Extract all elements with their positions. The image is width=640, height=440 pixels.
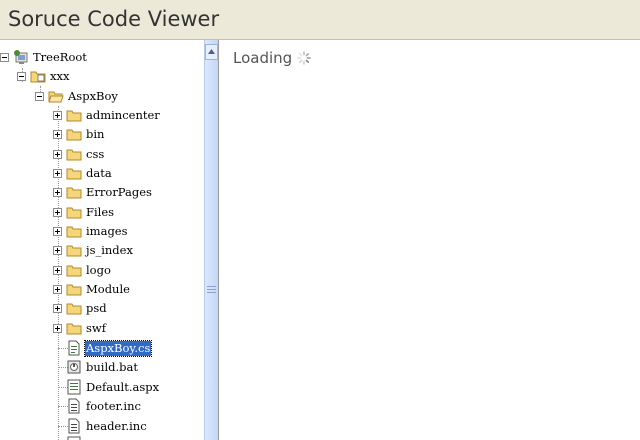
inc-file-icon <box>68 398 80 414</box>
file-label: Default.aspx <box>86 379 160 394</box>
tree-folder-errorpages[interactable]: ErrorPages <box>53 183 153 201</box>
folder-label: admincenter <box>86 107 160 122</box>
loading-indicator: Loading <box>233 49 311 67</box>
tree-folder-data[interactable]: data <box>53 164 113 182</box>
expand-icon[interactable] <box>53 323 62 333</box>
scroll-up-button[interactable] <box>205 44 218 60</box>
tree-file-aspxboy-cs[interactable]: AspxBoy.cs <box>66 339 153 357</box>
folder-icon <box>66 323 82 335</box>
folder-icon <box>66 110 82 122</box>
file-label: header.inc <box>86 418 147 433</box>
folder-icon <box>66 245 82 257</box>
tree-root-label: TreeRoot <box>33 49 87 64</box>
expand-icon[interactable] <box>53 303 62 313</box>
expand-icon[interactable] <box>53 168 62 178</box>
tree-folder-bin[interactable]: bin <box>53 125 105 143</box>
folder-label: js_index <box>86 242 133 257</box>
folder-icon <box>66 187 82 199</box>
folder-label: logo <box>86 262 111 277</box>
loading-text: Loading <box>233 49 293 67</box>
expand-icon[interactable] <box>53 284 62 294</box>
splitter-grip-icon[interactable] <box>207 286 216 294</box>
tree-file-default-aspx[interactable]: Default.aspx <box>66 378 160 396</box>
expand-icon[interactable] <box>53 187 62 197</box>
tree-file-header-inc[interactable]: header.inc <box>66 417 148 435</box>
folder-label: Files <box>86 204 115 219</box>
file-tree-panel[interactable]: TreeRoot xxx AspxBoy admincenter bin css <box>0 40 204 440</box>
folder-icon <box>66 129 82 141</box>
bat-file-icon <box>67 360 81 374</box>
tree-folder-logo[interactable]: logo <box>53 261 112 279</box>
file-icon <box>67 436 81 440</box>
folder-label: css <box>86 146 105 161</box>
window-title: Soruce Code Viewer <box>8 7 220 31</box>
tree-folder-css[interactable]: css <box>53 145 105 163</box>
expand-icon[interactable] <box>53 110 62 120</box>
folder-label: bin <box>86 126 105 141</box>
expand-icon[interactable] <box>53 149 62 159</box>
file-label: build.bat <box>86 359 138 374</box>
folder-icon <box>66 303 82 315</box>
tree-folder-swf[interactable]: swf <box>53 319 107 337</box>
cs-file-icon <box>68 340 80 356</box>
tree-folder-images[interactable]: images <box>53 222 129 240</box>
tree-node-site[interactable]: AspxBoy <box>35 87 119 105</box>
tree-root-icon <box>14 50 28 64</box>
tree-folder-js-index[interactable]: js_index <box>53 241 134 259</box>
expand-icon[interactable] <box>53 226 62 236</box>
folder-icon <box>66 168 82 180</box>
folder-icon <box>66 284 82 296</box>
tree-folder-admincenter[interactable]: admincenter <box>53 106 161 124</box>
folder-label: data <box>86 165 112 180</box>
expand-icon[interactable] <box>53 265 62 275</box>
code-viewer-panel: Loading <box>218 40 640 440</box>
folder-icon <box>66 226 82 238</box>
folder-icon <box>66 265 82 277</box>
collapse-icon[interactable] <box>0 52 9 62</box>
aspx-file-icon <box>67 379 81 395</box>
file-label: footer.inc <box>86 398 141 413</box>
collapse-icon[interactable] <box>35 91 44 101</box>
folder-label: ErrorPages <box>86 184 152 199</box>
folder-icon <box>66 149 82 161</box>
collapse-icon[interactable] <box>17 71 26 81</box>
expand-icon[interactable] <box>53 129 62 139</box>
title-bar: Soruce Code Viewer <box>0 0 640 40</box>
tree-node-root[interactable]: TreeRoot <box>0 48 88 66</box>
tree-file-build-bat[interactable]: build.bat <box>66 358 139 376</box>
folder-label: psd <box>86 300 107 315</box>
expand-icon[interactable] <box>53 245 62 255</box>
spinner-icon <box>297 51 311 65</box>
inc-file-icon <box>68 418 80 434</box>
tree-folder-psd[interactable]: psd <box>53 299 108 317</box>
tree-scrollbar[interactable] <box>204 40 218 440</box>
tree-folder-module[interactable]: Module <box>53 280 131 298</box>
tree-folder-files[interactable]: Files <box>53 203 115 221</box>
chevron-up-icon <box>208 49 215 54</box>
project-label: xxx <box>50 68 70 83</box>
expand-icon[interactable] <box>53 207 62 217</box>
folder-icon <box>66 207 82 219</box>
file-label: AspxBoy.cs <box>83 339 153 357</box>
project-icon <box>30 71 46 83</box>
site-label: AspxBoy <box>68 88 118 103</box>
tree-node-project[interactable]: xxx <box>17 67 70 85</box>
folder-label: swf <box>86 320 107 335</box>
folder-open-icon <box>48 91 64 103</box>
tree-file-footer-inc[interactable]: footer.inc <box>66 397 142 415</box>
folder-label: Module <box>86 281 130 296</box>
folder-label: images <box>86 223 128 238</box>
